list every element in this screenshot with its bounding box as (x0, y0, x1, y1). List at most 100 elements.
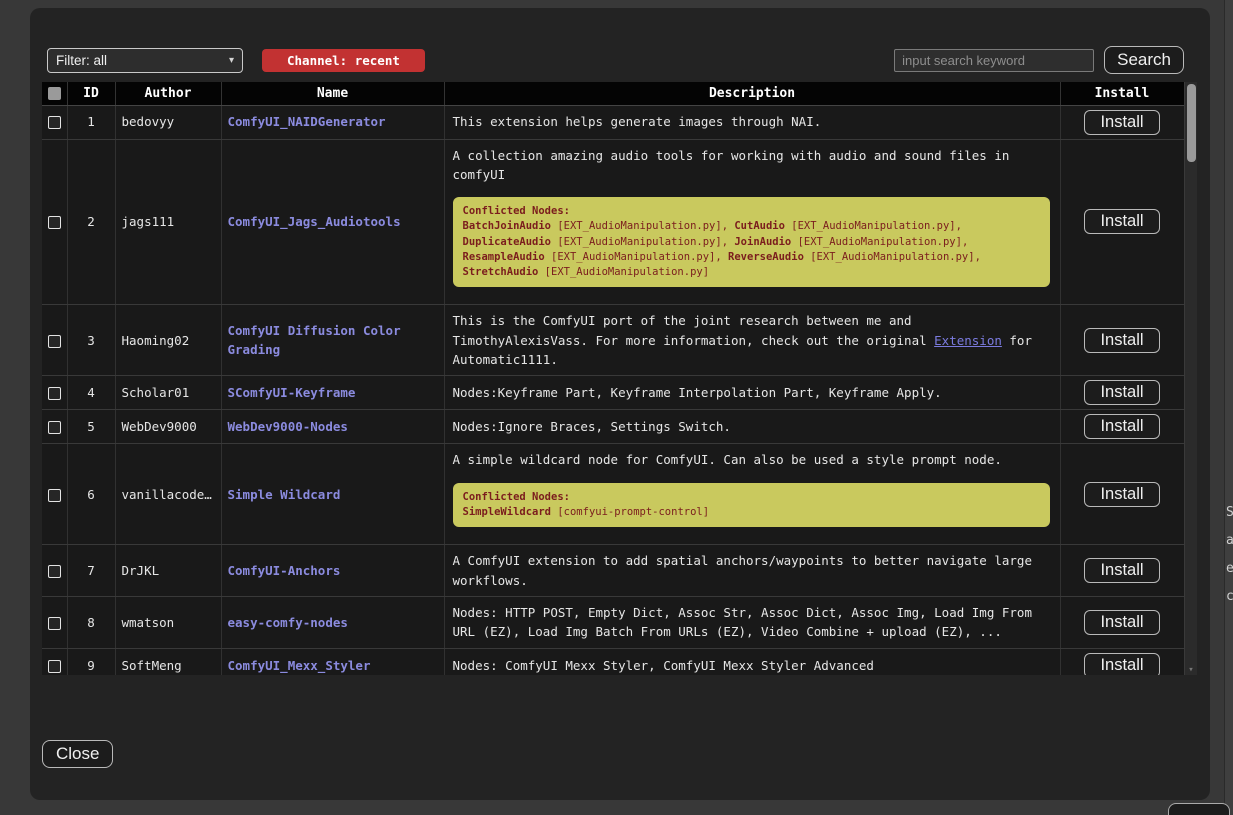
description-cell: This is the ComfyUI port of the joint re… (444, 305, 1060, 376)
name-cell: ComfyUI_NAIDGenerator (221, 105, 444, 139)
author-cell: Haoming02 (115, 305, 221, 376)
description-cell: Nodes: HTTP POST, Empty Dict, Assoc Str,… (444, 597, 1060, 649)
background-text-fragment: e (1226, 561, 1233, 576)
extension-name-link[interactable]: ComfyUI_NAIDGenerator (228, 114, 386, 129)
install-button[interactable]: Install (1084, 653, 1159, 675)
header-install: Install (1060, 82, 1184, 105)
install-button[interactable]: Install (1084, 482, 1159, 507)
description-cell: This extension helps generate images thr… (444, 105, 1060, 139)
table-scrollbar-thumb[interactable] (1187, 84, 1196, 162)
chevron-down-icon: ▾ (229, 55, 234, 66)
extension-name-link[interactable]: ComfyUI Diffusion Color Grading (228, 323, 401, 357)
id-cell: 4 (67, 376, 115, 410)
custom-nodes-dialog: Filter: all ▾ Channel: recent Search (30, 8, 1210, 800)
name-cell: Simple Wildcard (221, 444, 444, 545)
table-row: 8wmatson easy-comfy-nodes Nodes: HTTP POST… (42, 597, 1184, 649)
row-checkbox[interactable] (48, 216, 61, 229)
id-cell: 1 (67, 105, 115, 139)
header-author: Author (115, 82, 221, 105)
extension-name-link[interactable]: SComfyUI-Keyframe (228, 385, 356, 400)
install-button[interactable]: Install (1084, 209, 1159, 234)
channel-badge[interactable]: Channel: recent (262, 49, 425, 72)
description-link[interactable]: Extension (934, 333, 1002, 348)
row-checkbox[interactable] (48, 387, 61, 400)
install-button[interactable]: Install (1084, 610, 1159, 635)
row-checkbox[interactable] (48, 489, 61, 502)
extension-name-link[interactable]: ComfyUI_Jags_Audiotools (228, 214, 401, 229)
row-checkbox[interactable] (48, 116, 61, 129)
table-row: 2jags111ComfyUI_Jags_AudiotoolsA collect… (42, 139, 1184, 305)
conflicted-nodes-list: SimpleWildcard [comfyui-prompt-control] (463, 506, 710, 518)
row-checkbox[interactable] (48, 617, 61, 630)
name-cell: ComfyUI-Anchors (221, 545, 444, 597)
id-cell: 9 (67, 648, 115, 675)
table-header-row: ID Author Name Description Install (42, 82, 1184, 105)
row-checkbox[interactable] (48, 565, 61, 578)
checkbox-cell (42, 444, 67, 545)
conflicted-nodes-box: Conflicted Nodes: SimpleWildcard [comfyui… (453, 483, 1050, 527)
checkbox-cell (42, 648, 67, 675)
name-cell: easy-comfy-nodes (221, 597, 444, 649)
select-all-checkbox[interactable] (48, 87, 61, 100)
table-row: 1bedovyy ComfyUI_NAIDGenerator This extens… (42, 105, 1184, 139)
extensions-table-zone: ID Author Name Description Install 1bedo… (42, 82, 1197, 675)
checkbox-cell (42, 545, 67, 597)
extension-name-link[interactable]: WebDev9000-Nodes (228, 419, 348, 434)
extension-name-link[interactable]: easy-comfy-nodes (228, 615, 348, 630)
name-cell: WebDev9000-Nodes (221, 410, 444, 444)
table-row: 5WebDev9000WebDev9000-NodesNodes:Ignore … (42, 410, 1184, 444)
author-cell: wmatson (115, 597, 221, 649)
install-button[interactable]: Install (1084, 328, 1159, 353)
description-cell: Nodes:Keyframe Part, Keyframe Interpolat… (444, 376, 1060, 410)
id-cell: 8 (67, 597, 115, 649)
close-button[interactable]: Close (42, 740, 113, 768)
row-checkbox[interactable] (48, 421, 61, 434)
checkbox-cell (42, 597, 67, 649)
author-cell: bedovyy (115, 105, 221, 139)
background-text-fragment: S (1226, 505, 1233, 520)
conflicted-nodes-label: Conflicted Nodes: (463, 491, 570, 503)
install-cell: Install (1060, 376, 1184, 410)
install-cell: Install (1060, 545, 1184, 597)
background-text-fragment: a (1226, 533, 1233, 548)
extensions-table: ID Author Name Description Install 1bedo… (42, 82, 1184, 675)
install-cell: Install (1060, 444, 1184, 545)
name-cell: ComfyUI Diffusion Color Grading (221, 305, 444, 376)
search-button[interactable]: Search (1104, 46, 1184, 74)
filter-dropdown[interactable]: Filter: all ▾ (47, 48, 243, 73)
filter-dropdown-value: Filter: all (56, 53, 107, 68)
row-checkbox[interactable] (48, 335, 61, 348)
table-scrollbar[interactable]: ▾ (1184, 82, 1197, 675)
checkbox-cell (42, 139, 67, 305)
install-button[interactable]: Install (1084, 380, 1159, 405)
table-row: 4Scholar01 SComfyUI-Keyframe Nodes:Keyfram… (42, 376, 1184, 410)
install-cell: Install (1060, 139, 1184, 305)
table-row: 7DrJKLComfyUI-AnchorsA ComfyUI extension… (42, 545, 1184, 597)
conflicted-nodes-list: BatchJoinAudio [EXT_AudioManipulation.py… (463, 220, 981, 278)
extension-name-link[interactable]: ComfyUI-Anchors (228, 563, 341, 578)
checkbox-cell (42, 105, 67, 139)
install-cell: Install (1060, 305, 1184, 376)
search-input[interactable] (894, 49, 1094, 72)
window-scrollbar[interactable] (1224, 0, 1233, 815)
scroll-down-icon[interactable]: ▾ (1185, 665, 1197, 675)
id-cell: 5 (67, 410, 115, 444)
description-cell: A ComfyUI extension to add spatial ancho… (444, 545, 1060, 597)
install-button[interactable]: Install (1084, 414, 1159, 439)
table-body: 1bedovyy ComfyUI_NAIDGenerator This extens… (42, 105, 1184, 675)
author-cell: jags111 (115, 139, 221, 305)
install-button[interactable]: Install (1084, 110, 1159, 135)
install-cell: Install (1060, 648, 1184, 675)
extension-name-link[interactable]: Simple Wildcard (228, 487, 341, 502)
header-name: Name (221, 82, 444, 105)
row-checkbox[interactable] (48, 660, 61, 673)
install-cell: Install (1060, 597, 1184, 649)
author-cell: Scholar01 (115, 376, 221, 410)
extension-name-link[interactable]: ComfyUI_Mexx_Styler (228, 658, 371, 673)
table-row: 9SoftMengComfyUI_Mexx_StylerNodes: Comfy… (42, 648, 1184, 675)
name-cell: ComfyUI_Mexx_Styler (221, 648, 444, 675)
checkbox-cell (42, 410, 67, 444)
header-description: Description (444, 82, 1060, 105)
install-button[interactable]: Install (1084, 558, 1159, 583)
conflicted-nodes-label: Conflicted Nodes: (463, 205, 570, 217)
